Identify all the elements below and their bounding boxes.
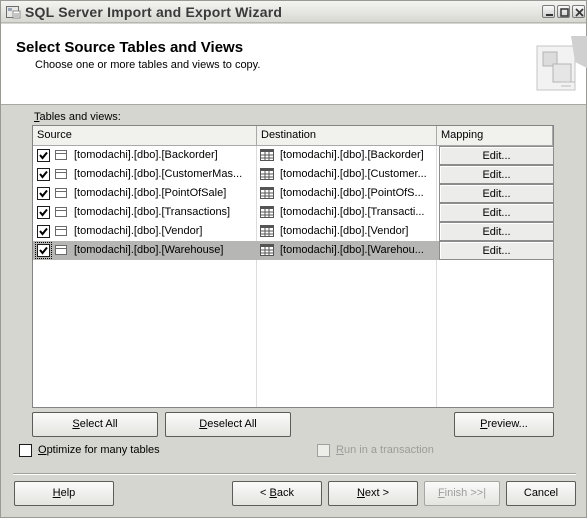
minimize-icon <box>546 14 553 16</box>
wizard-header: Select Source Tables and Views Choose on… <box>1 24 587 105</box>
row-checkbox[interactable] <box>37 187 50 200</box>
source-table-name: [tomodachi].[dbo].[Vendor] <box>74 225 203 237</box>
page-title: Select Source Tables and Views <box>16 39 244 56</box>
destination-table-name[interactable]: [tomodachi].[dbo].[PointOfS... <box>280 187 436 199</box>
help-button[interactable]: Help <box>14 481 114 506</box>
source-table-name: [tomodachi].[dbo].[Backorder] <box>74 149 218 161</box>
table-row-selected[interactable]: [tomodachi].[dbo].[Warehouse] [tomodachi… <box>33 241 554 260</box>
optimize-checkbox[interactable] <box>19 444 32 457</box>
source-table-name: [tomodachi].[dbo].[CustomerMas... <box>74 168 243 180</box>
row-checkbox[interactable] <box>37 149 50 162</box>
grid-header: Source Destination Mapping <box>33 126 553 146</box>
title-bar: SQL Server Import and Export Wizard <box>1 1 586 23</box>
column-header-source[interactable]: Source <box>33 126 257 146</box>
table-row[interactable]: [tomodachi].[dbo].[Vendor] [tomodachi].[… <box>33 222 554 241</box>
close-button[interactable] <box>572 5 585 18</box>
deselect-all-button[interactable]: Deselect All <box>165 412 291 437</box>
checkmark-icon <box>39 227 48 236</box>
table-icon <box>55 245 67 255</box>
tables-graphic-icon <box>531 32 587 96</box>
table-icon <box>55 207 67 217</box>
grid-table-icon <box>260 187 274 199</box>
wizard-app-icon <box>6 5 21 19</box>
checkmark-icon <box>39 189 48 198</box>
optimize-label[interactable]: Optimize for many tables <box>38 444 160 456</box>
transaction-checkbox[interactable] <box>317 444 330 457</box>
cancel-button[interactable]: Cancel <box>506 481 576 506</box>
table-icon <box>55 169 67 179</box>
destination-table-name[interactable]: [tomodachi].[dbo].[Customer... <box>280 168 436 180</box>
edit-mapping-button[interactable]: Edit... <box>439 184 554 203</box>
destination-table-name[interactable]: [tomodachi].[dbo].[Vendor] <box>280 225 436 237</box>
grid-table-icon <box>260 206 274 218</box>
maximize-button[interactable] <box>557 5 570 18</box>
next-button[interactable]: Next > <box>328 481 418 506</box>
table-row[interactable]: [tomodachi].[dbo].[CustomerMas... [tomod… <box>33 165 554 184</box>
edit-mapping-button[interactable]: Edit... <box>439 165 554 184</box>
edit-mapping-button[interactable]: Edit... <box>439 222 554 241</box>
edit-mapping-button[interactable]: Edit... <box>439 241 554 260</box>
source-table-name: [tomodachi].[dbo].[PointOfSale] <box>74 187 227 199</box>
source-table-name: [tomodachi].[dbo].[Warehouse] <box>74 244 224 256</box>
footer-separator <box>13 473 576 475</box>
table-icon <box>55 226 67 236</box>
column-header-mapping[interactable]: Mapping <box>437 126 553 146</box>
source-table-name: [tomodachi].[dbo].[Transactions] <box>74 206 231 218</box>
row-checkbox[interactable] <box>37 168 50 181</box>
table-row[interactable]: [tomodachi].[dbo].[Backorder] [tomodachi… <box>33 146 554 165</box>
tables-and-views-label: Tables and views: <box>34 111 121 123</box>
table-icon <box>55 188 67 198</box>
grid-table-icon <box>260 244 274 256</box>
minimize-button[interactable] <box>542 5 555 18</box>
table-icon <box>55 150 67 160</box>
maximize-icon <box>560 8 569 17</box>
table-row[interactable]: [tomodachi].[dbo].[Transactions] [tomoda… <box>33 203 554 222</box>
preview-button[interactable]: Preview... <box>454 412 554 437</box>
back-button[interactable]: < Back <box>232 481 322 506</box>
close-icon <box>575 8 584 17</box>
table-row[interactable]: [tomodachi].[dbo].[PointOfSale] [tomodac… <box>33 184 554 203</box>
checkmark-icon <box>39 151 48 160</box>
wizard-window: SQL Server Import and Export Wizard Sele… <box>0 0 587 518</box>
finish-button[interactable]: Finish >>| <box>424 481 500 506</box>
tables-grid[interactable]: Source Destination Mapping [tomodachi].[… <box>32 125 554 408</box>
window-title: SQL Server Import and Export Wizard <box>25 4 283 20</box>
grid-table-icon <box>260 149 274 161</box>
row-checkbox[interactable] <box>35 242 52 259</box>
edit-mapping-button[interactable]: Edit... <box>439 203 554 222</box>
checkmark-icon <box>39 246 48 255</box>
row-checkbox[interactable] <box>37 225 50 238</box>
select-all-button[interactable]: Select All <box>32 412 158 437</box>
row-checkbox[interactable] <box>37 206 50 219</box>
destination-table-name[interactable]: [tomodachi].[dbo].[Transacti... <box>280 206 436 218</box>
column-header-destination[interactable]: Destination <box>257 126 437 146</box>
grid-table-icon <box>260 225 274 237</box>
destination-table-name[interactable]: [tomodachi].[dbo].[Backorder] <box>280 149 436 161</box>
checkmark-icon <box>39 208 48 217</box>
grid-table-icon <box>260 168 274 180</box>
checkmark-icon <box>39 170 48 179</box>
edit-mapping-button[interactable]: Edit... <box>439 146 554 165</box>
transaction-label: Run in a transaction <box>336 444 434 456</box>
page-subtitle: Choose one or more tables and views to c… <box>35 59 261 71</box>
destination-table-name[interactable]: [tomodachi].[dbo].[Warehou... <box>280 244 436 256</box>
